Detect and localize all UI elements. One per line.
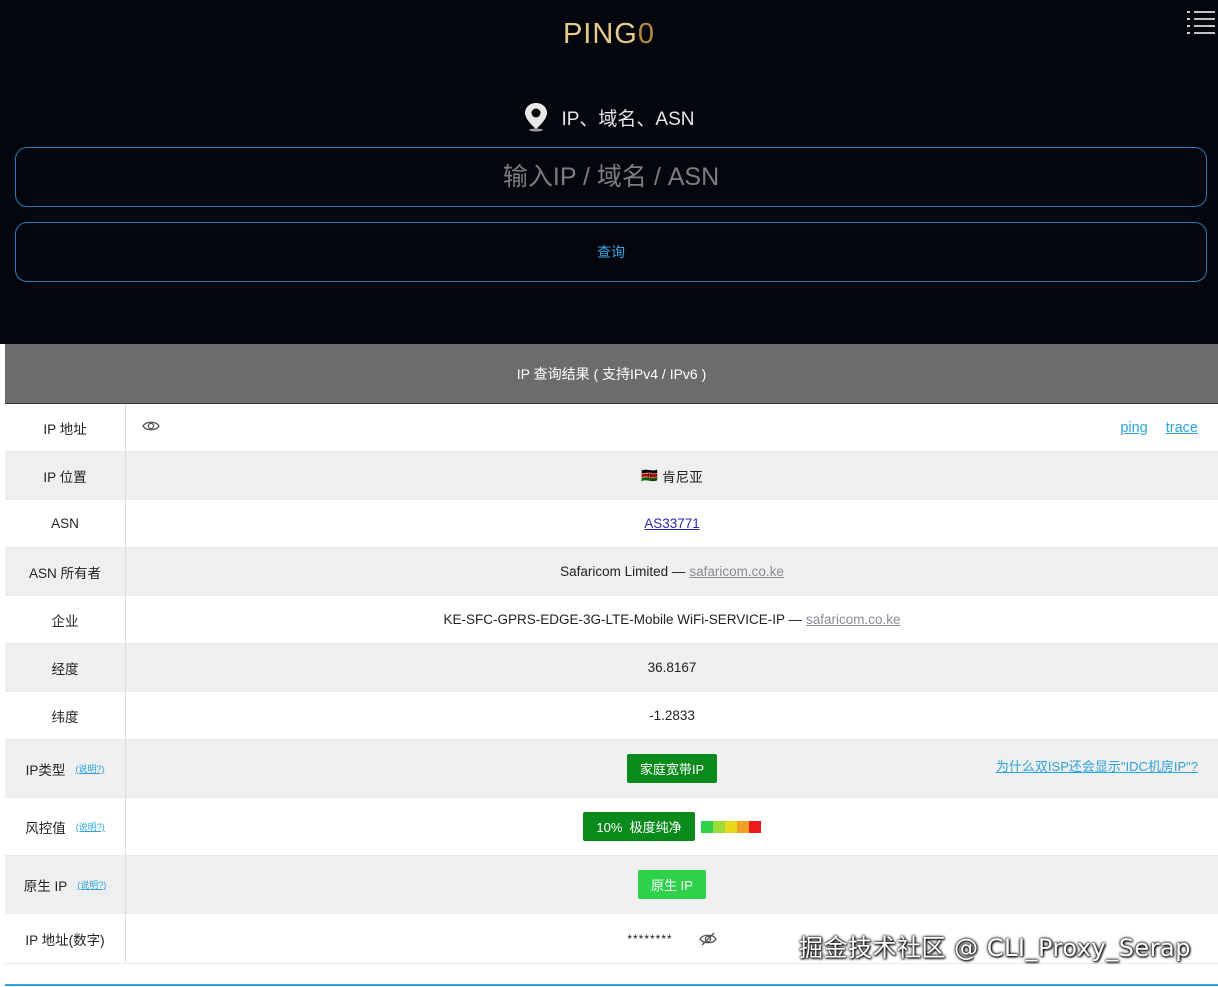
- top-banner: PING0 IP、域名、ASN 查询: [0, 0, 1218, 344]
- table-row-native: 原生 IP (说明?) 原生 IP: [5, 856, 1218, 914]
- ip-tools: ping trace: [1120, 404, 1198, 451]
- numeric-value: ********: [627, 931, 673, 946]
- table-row-ip: IP 地址 ping trace: [5, 404, 1218, 452]
- risk-segment: [736, 820, 749, 833]
- table-row-ip-type: IP类型 (说明?) 家庭宽带IP 为什么双ISP还会显示"IDC机房IP"?: [5, 740, 1218, 798]
- risk-note-link[interactable]: (说明?): [76, 820, 105, 833]
- org-domain-link[interactable]: safaricom.co.ke: [806, 612, 901, 627]
- org-value: KE-SFC-GPRS-EDGE-3G-LTE-Mobile WiFi-SERV…: [443, 612, 802, 627]
- asn-owner-domain-link[interactable]: safaricom.co.ke: [689, 564, 784, 579]
- asn-value-cell: AS33771: [126, 500, 1218, 547]
- search-label: IP、域名、ASN: [0, 102, 1218, 132]
- native-note-link[interactable]: (说明?): [77, 878, 106, 891]
- logo-text: PING: [562, 18, 638, 50]
- ip-type-label-cell: IP类型 (说明?): [5, 740, 126, 797]
- native-label: 原生 IP: [23, 878, 68, 894]
- location-pin-icon: [525, 103, 548, 132]
- latitude-label: 纬度: [5, 692, 126, 739]
- longitude-value: 36.8167: [647, 660, 697, 675]
- result-title: IP 查询结果 ( 支持IPv4 / IPv6 ): [5, 344, 1218, 404]
- ping-link[interactable]: ping: [1120, 420, 1147, 436]
- risk-value-cell: 10% 极度纯净: [126, 798, 1218, 855]
- eye-off-icon[interactable]: [698, 931, 717, 947]
- risk-segment: [748, 820, 761, 833]
- table-row-risk: 风控值 (说明?) 10% 极度纯净: [5, 798, 1218, 856]
- risk-label-cell: 风控值 (说明?): [5, 798, 126, 855]
- native-value-cell: 原生 IP: [126, 856, 1218, 913]
- table-row-latitude: 纬度 -1.2833: [5, 692, 1218, 740]
- location-value-cell: 🇰🇪 肯尼亚: [126, 452, 1218, 499]
- longitude-label: 经度: [5, 644, 126, 691]
- search-label-text: IP、域名、ASN: [561, 108, 695, 130]
- table-row-asn-owner: ASN 所有者 Safaricom Limited — safaricom.co…: [5, 548, 1218, 596]
- table-row-longitude: 经度 36.8167: [5, 644, 1218, 692]
- risk-segment: [724, 820, 737, 833]
- risk-badge: 10% 极度纯净: [583, 812, 695, 841]
- menu-icon[interactable]: [1186, 8, 1216, 36]
- dual-isp-link[interactable]: 为什么双ISP还会显示"IDC机房IP"?: [996, 756, 1198, 775]
- kenya-flag-icon: 🇰🇪: [641, 467, 659, 483]
- location-value: 肯尼亚: [662, 469, 703, 485]
- logo-zero: 0: [637, 18, 656, 50]
- asn-label: ASN: [5, 500, 126, 547]
- ip-value-cell: ping trace: [126, 404, 1218, 451]
- numeric-label: IP 地址(数字): [5, 914, 126, 963]
- latitude-value: -1.2833: [649, 708, 695, 723]
- bottom-divider: [5, 984, 1218, 986]
- result-table: IP 地址 ping trace IP 位置 🇰🇪 肯尼亚 ASN AS3377…: [5, 404, 1218, 964]
- trace-link[interactable]: trace: [1166, 420, 1198, 436]
- table-row-asn: ASN AS33771: [5, 500, 1218, 548]
- ip-type-badge: 家庭宽带IP: [626, 754, 718, 783]
- ip-type-label: IP类型: [25, 762, 66, 778]
- site-logo[interactable]: PING0: [0, 18, 1218, 51]
- org-label: 企业: [5, 596, 126, 643]
- native-badge: 原生 IP: [638, 870, 706, 899]
- table-row-org: 企业 KE-SFC-GPRS-EDGE-3G-LTE-Mobile WiFi-S…: [5, 596, 1218, 644]
- asn-owner-label: ASN 所有者: [5, 548, 126, 595]
- ip-type-value-cell: 家庭宽带IP 为什么双ISP还会显示"IDC机房IP"?: [126, 740, 1218, 797]
- eye-icon[interactable]: [142, 419, 160, 433]
- risk-level-bar: [700, 820, 761, 833]
- location-label: IP 位置: [5, 452, 126, 499]
- search-input[interactable]: [15, 147, 1207, 207]
- query-button[interactable]: 查询: [15, 222, 1207, 282]
- asn-owner-value: Safaricom Limited —: [560, 564, 686, 579]
- asn-link[interactable]: AS33771: [644, 516, 700, 531]
- risk-segment: [700, 820, 713, 833]
- table-row-location: IP 位置 🇰🇪 肯尼亚: [5, 452, 1218, 500]
- risk-label: 风控值: [25, 820, 66, 836]
- ip-label: IP 地址: [5, 404, 126, 451]
- risk-segment: [712, 820, 725, 833]
- native-label-cell: 原生 IP (说明?): [5, 856, 126, 913]
- org-value-cell: KE-SFC-GPRS-EDGE-3G-LTE-Mobile WiFi-SERV…: [126, 596, 1218, 643]
- asn-owner-value-cell: Safaricom Limited — safaricom.co.ke: [126, 548, 1218, 595]
- watermark: 掘金技术社区 @ CLI_Proxy_Serap: [798, 934, 1191, 962]
- ip-type-note-link[interactable]: (说明?): [75, 762, 104, 775]
